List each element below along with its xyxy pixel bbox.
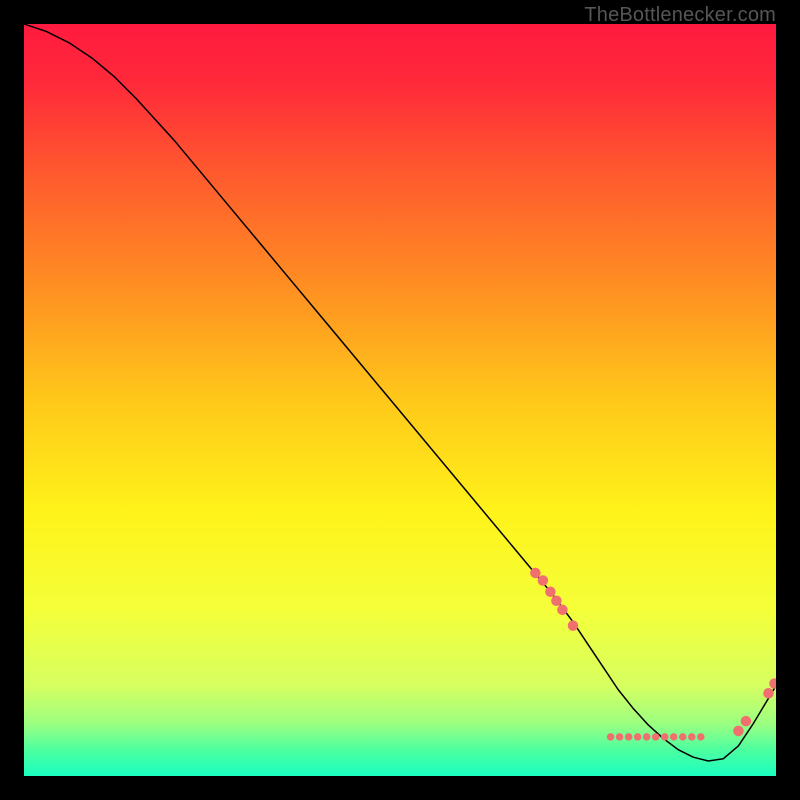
- gradient-background: [24, 24, 776, 776]
- data-point: [763, 688, 774, 699]
- data-point: [634, 733, 642, 741]
- data-point: [625, 733, 633, 741]
- data-point: [670, 733, 678, 741]
- data-point: [538, 575, 549, 586]
- data-point: [733, 726, 744, 737]
- data-point: [643, 733, 651, 741]
- data-point: [741, 716, 752, 727]
- data-point: [688, 733, 696, 741]
- data-point: [697, 733, 705, 741]
- data-point: [652, 733, 660, 741]
- data-point: [557, 605, 568, 616]
- data-point: [530, 568, 541, 579]
- data-point: [551, 596, 562, 607]
- data-point: [607, 733, 615, 741]
- data-point: [545, 586, 556, 597]
- data-point: [616, 733, 624, 741]
- data-point: [568, 620, 579, 631]
- chart-container: TheBottlenecker.com: [0, 0, 800, 800]
- bottleneck-chart: [24, 24, 776, 776]
- data-point: [679, 733, 687, 741]
- data-point: [661, 733, 669, 741]
